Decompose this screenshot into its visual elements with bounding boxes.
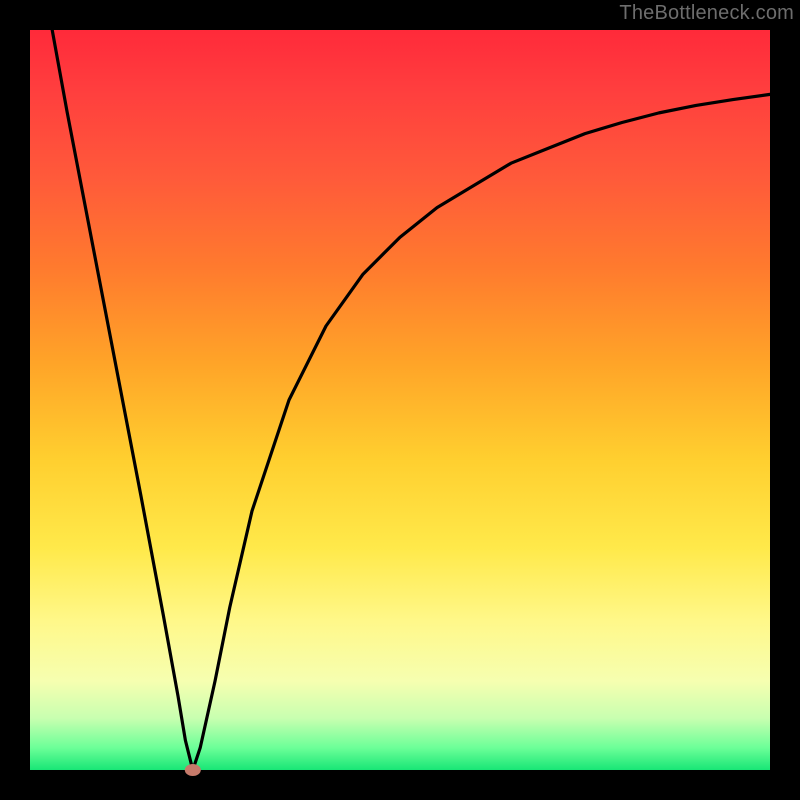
- watermark-text: TheBottleneck.com: [619, 2, 794, 25]
- chart-container: TheBottleneck.com: [0, 0, 800, 800]
- bottleneck-curve-path: [52, 30, 770, 770]
- plot-area: [30, 30, 770, 770]
- optimal-point-marker: [185, 764, 201, 776]
- curve-svg: [30, 30, 770, 770]
